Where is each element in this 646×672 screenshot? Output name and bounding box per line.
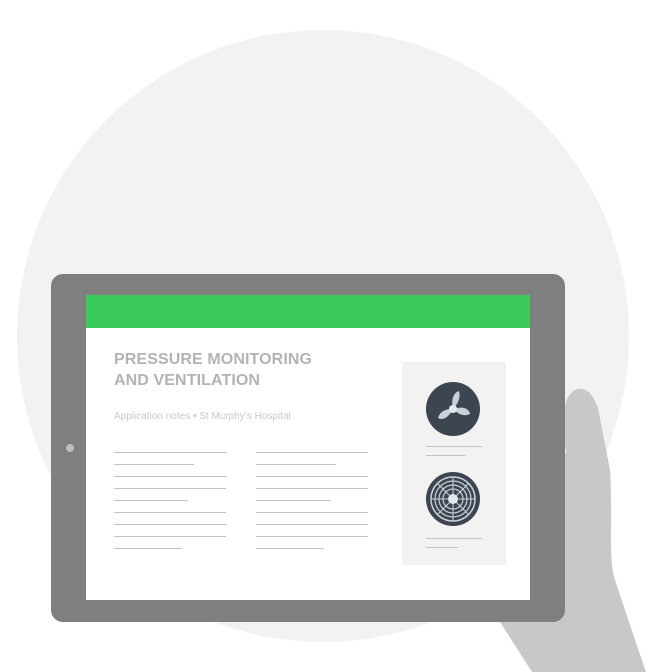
placeholder-line [256, 548, 324, 549]
placeholder-line [256, 500, 330, 501]
placeholder-line [114, 512, 226, 513]
placeholder-line [114, 452, 226, 453]
panel-line [426, 538, 482, 539]
document-title: PRESSURE MONITORING AND VENTILATION [114, 351, 313, 389]
fan-blade-icon [426, 382, 480, 436]
tablet-camera [66, 444, 74, 452]
placeholder-line [256, 536, 368, 537]
placeholder-line [114, 464, 194, 465]
placeholder-line [256, 512, 368, 513]
placeholder-line [256, 488, 368, 489]
placeholder-line [256, 464, 336, 465]
placeholder-line [256, 524, 368, 525]
placeholder-line [114, 488, 226, 489]
panel-line [426, 547, 458, 548]
placeholder-line [114, 548, 182, 549]
screen-header-bar [86, 295, 530, 328]
equipment-panel [402, 362, 506, 565]
document-subtitle: Application notes • St Murphy’s Hospital [114, 411, 291, 422]
placeholder-line [256, 452, 368, 453]
placeholder-line [256, 476, 368, 477]
panel-line [426, 455, 466, 456]
placeholder-line [114, 536, 226, 537]
placeholder-line [114, 524, 226, 525]
panel-line [426, 446, 482, 447]
fan-grille-icon [426, 472, 480, 526]
placeholder-line [114, 500, 188, 501]
placeholder-line [114, 476, 226, 477]
tablet-screen: PRESSURE MONITORING AND VENTILATION Appl… [86, 295, 530, 600]
illustration: PRESSURE MONITORING AND VENTILATION Appl… [0, 0, 646, 672]
